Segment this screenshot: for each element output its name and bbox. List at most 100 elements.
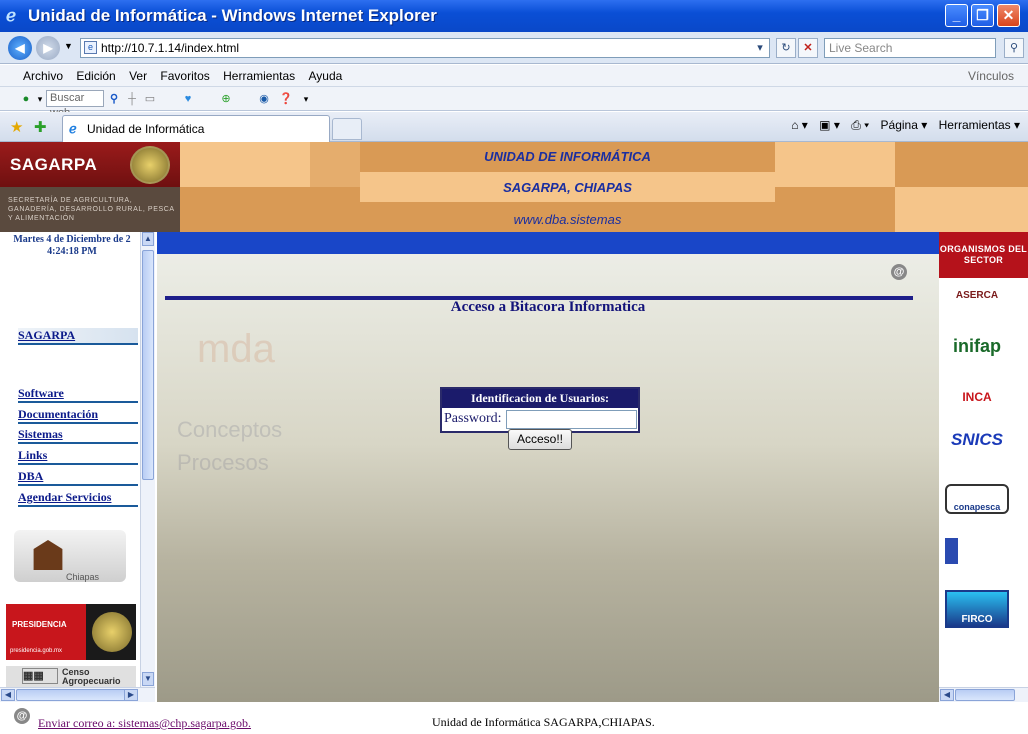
org-aserca[interactable]: ASERCA <box>945 290 1009 301</box>
toolbar-more-icon[interactable]: ▾ <box>298 91 314 107</box>
organisms-header: ORGANISMOS DEL SECTOR <box>939 232 1028 278</box>
censo-logo-icon: ▦▦ <box>22 668 58 684</box>
footer: @ Enviar correo a: sistemas@chp.sagarpa.… <box>0 702 1028 734</box>
search-toolbar: ● ▾ Buscar web ⚲ ┼ ▭ ♥ ⊕ ◉ ❓ ▾ <box>0 87 1028 119</box>
chiapas-banner[interactable]: Chiapas <box>6 522 136 592</box>
header-band <box>775 142 895 187</box>
favorites-star-icon[interactable]: ★ <box>10 118 23 136</box>
nav-documentacion[interactable]: Documentación <box>18 407 138 424</box>
left-vertical-scrollbar[interactable]: ▲ ▼ <box>140 232 155 687</box>
org-firco[interactable]: FIRCO <box>945 590 1009 628</box>
menu-favoritos[interactable]: Favoritos <box>155 65 214 83</box>
left-frame: Martes 4 de Diciembre de 2 4:24:18 PM SA… <box>0 232 155 702</box>
tab-unidad-de-informatica[interactable]: ℯ Unidad de Informática <box>62 115 330 142</box>
toolbar-search-icon[interactable]: ⚲ <box>106 91 122 107</box>
org-logo-blue[interactable] <box>945 538 1009 564</box>
nav-software[interactable]: Software <box>18 386 138 403</box>
login-form: Identificacion de Usuarios: Password: <box>440 387 640 433</box>
scroll-down-icon[interactable]: ▼ <box>142 672 154 686</box>
nav-agendar-servicios[interactable]: Agendar Servicios <box>18 490 138 507</box>
scroll-thumb[interactable] <box>142 250 154 480</box>
toolbar-help-icon[interactable]: ❓ <box>278 91 294 107</box>
menu-ver[interactable]: Ver <box>124 65 152 83</box>
links-label[interactable]: Vínculos <box>968 69 1014 83</box>
org-inifap[interactable]: inifap <box>945 336 1009 357</box>
refresh-icon[interactable]: ↻ <box>776 38 796 58</box>
scroll-up-icon[interactable]: ▲ <box>142 232 154 246</box>
maximize-button[interactable]: ❐ <box>971 4 994 27</box>
nav-sagarpa[interactable]: SAGARPA <box>18 328 138 345</box>
right-horizontal-scrollbar[interactable]: ◀ <box>939 687 1028 702</box>
right-frame: ORGANISMOS DEL SECTOR ASERCA inifap INCA… <box>939 232 1028 702</box>
presidencia-label: PRESIDENCIA <box>12 620 67 629</box>
presidencia-banner[interactable]: PRESIDENCIA presidencia.gob.mx <box>6 604 136 660</box>
header-band <box>310 142 360 187</box>
url-input[interactable]: e http://10.7.1.14/index.html <box>80 38 770 58</box>
menu-herramientas[interactable]: Herramientas <box>218 65 300 83</box>
toolbar-plus-icon[interactable]: ⊕ <box>218 91 234 107</box>
nav-sistemas[interactable]: Sistemas <box>18 427 138 444</box>
menu-edicion[interactable]: Edición <box>71 65 120 83</box>
home-icon[interactable]: ⌂ ▾ <box>791 118 808 132</box>
footer-text: Unidad de Informática SAGARPA,CHIAPAS. <box>432 715 655 729</box>
tools-menu[interactable]: Herramientas ▾ <box>939 118 1020 132</box>
add-favorite-icon[interactable]: ✚ <box>34 118 47 136</box>
main-top-bar <box>157 232 939 254</box>
menu-archivo[interactable]: Archivo <box>18 65 68 83</box>
censo-label: Censo Agropecuario <box>62 667 121 686</box>
search-icon[interactable]: ⚲ <box>1004 38 1024 58</box>
page-ie-icon: ℯ <box>69 121 77 136</box>
hscroll-thumb[interactable] <box>955 689 1015 701</box>
toolbar-globe-icon[interactable]: ◉ <box>256 91 272 107</box>
org-snics[interactable]: SNICS <box>945 430 1009 450</box>
org-inca[interactable]: INCA <box>945 390 1009 404</box>
url-dropdown-icon[interactable]: ▾ <box>752 39 768 57</box>
email-at-icon[interactable]: @ <box>891 264 907 280</box>
header-band <box>775 187 895 232</box>
toolbar-separator-icon: ┼ <box>128 93 136 105</box>
password-input[interactable] <box>506 410 637 429</box>
feeds-icon[interactable]: ▣ ▾ <box>819 118 840 132</box>
site-header: SAGARPA SECRETARÍA DE AGRICULTURA, GANAD… <box>0 142 1028 232</box>
print-icon[interactable]: ⎙ ▾ <box>851 118 869 133</box>
stop-icon[interactable]: ✕ <box>798 38 818 58</box>
toolbar-heart-icon[interactable]: ♥ <box>180 91 196 107</box>
main-frame: @ mda Conceptos Procesos Acceso a Bitaco… <box>157 232 939 702</box>
forward-arrow-icon[interactable]: ▶ <box>36 36 60 60</box>
header-band <box>895 142 1028 187</box>
minimize-button[interactable]: _ <box>945 4 968 27</box>
close-button[interactable]: ✕ <box>997 4 1020 27</box>
login-title: Identificacion de Usuarios: <box>442 389 638 408</box>
bg-word-conceptos: Conceptos <box>177 417 283 442</box>
brand-name: SAGARPA <box>10 155 98 174</box>
back-arrow-icon[interactable]: ◀ <box>8 36 32 60</box>
menu-ayuda[interactable]: Ayuda <box>304 65 348 83</box>
hscroll-thumb[interactable] <box>16 689 126 701</box>
page-icon: e <box>84 41 97 54</box>
access-button[interactable]: Acceso!! <box>508 429 572 450</box>
scroll-left-icon[interactable]: ◀ <box>1 689 15 701</box>
url-text: http://10.7.1.14/index.html <box>101 41 240 55</box>
window-title-bar[interactable]: ℯ Unidad de Informática - Windows Intern… <box>0 0 1028 32</box>
email-link[interactable]: Enviar correo a: sistemas@chp.sagarpa.go… <box>38 716 251 731</box>
toolbar-mail-icon[interactable]: ▭ <box>142 91 158 107</box>
scroll-left-icon[interactable]: ◀ <box>940 689 954 701</box>
nav-links[interactable]: Links <box>18 448 138 465</box>
history-dropdown-icon[interactable]: ▼ <box>64 41 73 51</box>
live-search-input[interactable]: Live Search <box>824 38 996 58</box>
new-tab-button[interactable] <box>332 118 362 140</box>
mexico-seal-icon <box>130 146 170 184</box>
org-conapesca[interactable]: conapesca <box>945 484 1009 514</box>
address-bar: ◀ ▶ ▼ e http://10.7.1.14/index.html ▾ ↻ … <box>0 32 1028 64</box>
censo-banner[interactable]: ▦▦ Censo Agropecuario <box>6 666 136 688</box>
header-band <box>895 187 1028 232</box>
nav-dba[interactable]: DBA <box>18 469 138 486</box>
toolbar-search-input[interactable]: Buscar web <box>46 90 104 119</box>
scroll-right-icon[interactable]: ▶ <box>124 689 138 701</box>
mexico-seal-icon <box>92 612 132 652</box>
header-line-3: www.dba.sistemas <box>513 212 622 227</box>
page-menu[interactable]: Página ▾ <box>881 118 928 132</box>
left-horizontal-scrollbar[interactable]: ◀ ▶ <box>0 687 155 702</box>
header-line-1: UNIDAD DE INFORMÁTICA <box>484 149 651 164</box>
brand-subtitle: SECRETARÍA DE AGRICULTURA, GANADERÍA, DE… <box>8 197 175 222</box>
